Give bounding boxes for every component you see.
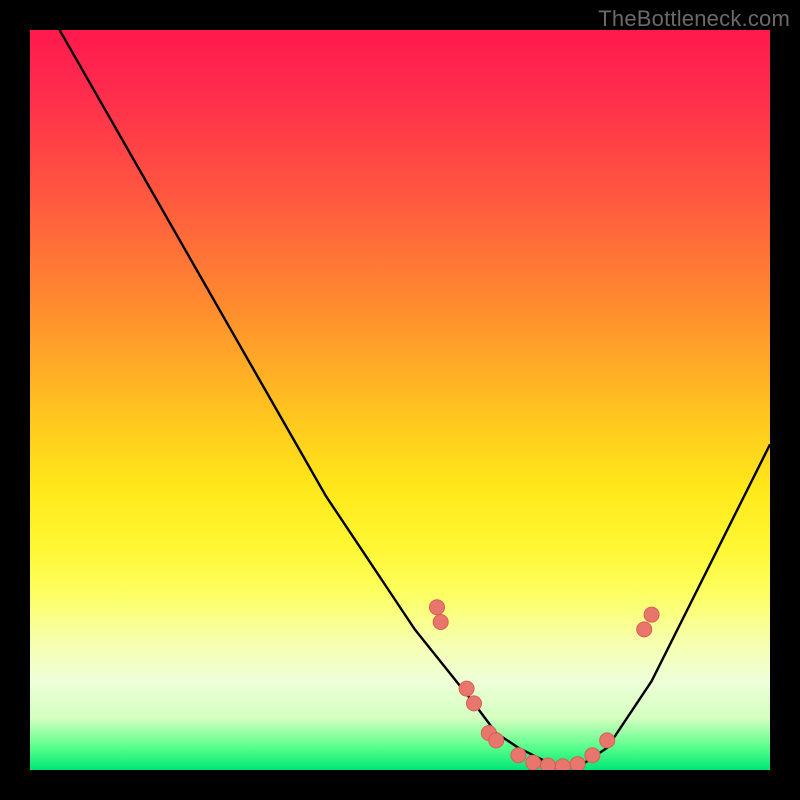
- data-point-marker: [511, 748, 526, 763]
- data-point-marker: [459, 681, 474, 696]
- data-point-marker: [600, 733, 615, 748]
- data-point-marker: [433, 615, 448, 630]
- chart-area: [30, 30, 770, 770]
- data-point-marker: [555, 759, 570, 770]
- data-point-marker: [467, 696, 482, 711]
- data-point-marker: [541, 758, 556, 770]
- data-point-marker: [585, 748, 600, 763]
- data-point-marker: [637, 622, 652, 637]
- data-point-marker: [489, 733, 504, 748]
- data-point-marker: [570, 757, 585, 770]
- data-point-marker: [526, 755, 541, 770]
- data-point-marker: [430, 600, 445, 615]
- curve-markers: [430, 600, 660, 770]
- plot-svg: [30, 30, 770, 770]
- data-point-marker: [644, 607, 659, 622]
- watermark-text: TheBottleneck.com: [598, 6, 790, 32]
- bottleneck-curve: [60, 30, 770, 766]
